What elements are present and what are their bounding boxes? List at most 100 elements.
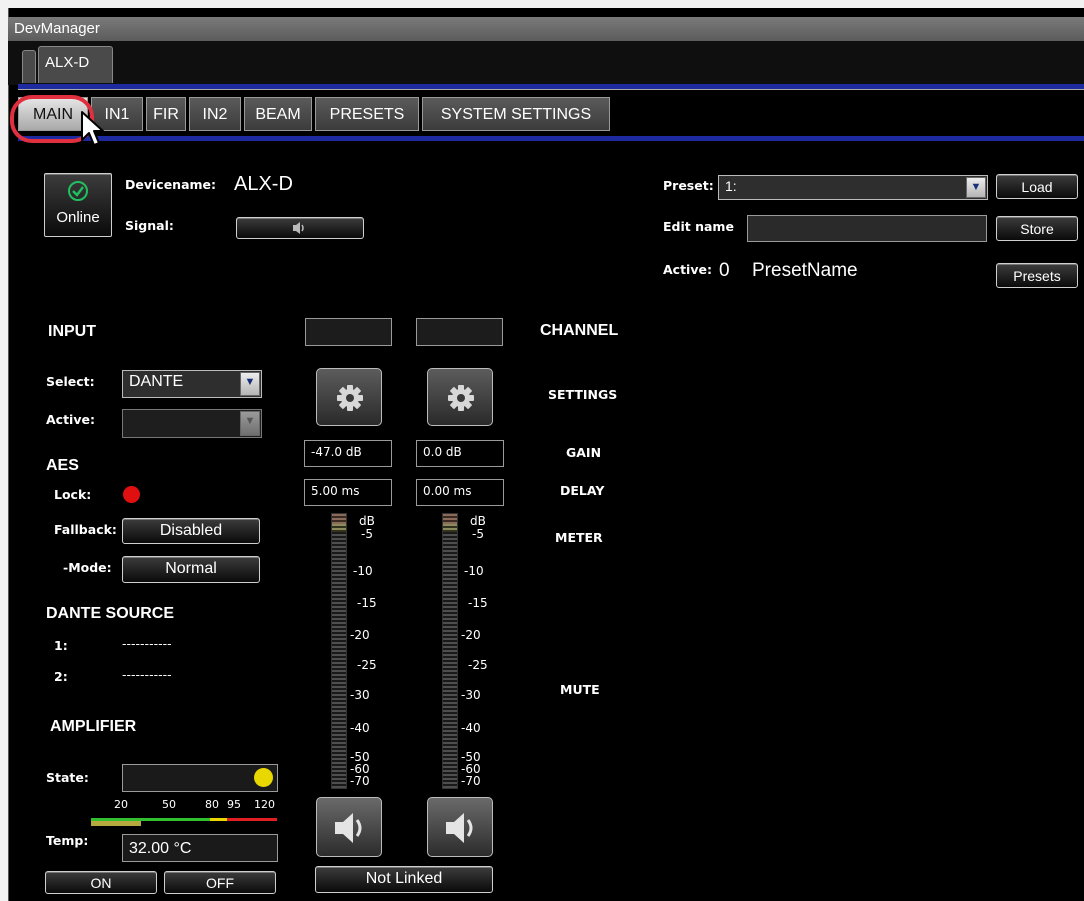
presets-button[interactable]: Presets (996, 263, 1078, 288)
channel-heading: CHANNEL (540, 322, 619, 339)
speaker-icon (446, 813, 473, 843)
tab-label: SYSTEM SETTINGS (440, 106, 592, 123)
dante-source-2-value: ----------- (122, 667, 172, 682)
tab-beam[interactable]: BEAM (244, 97, 312, 131)
tab-in2[interactable]: IN2 (189, 97, 241, 131)
preset-select[interactable]: 1: ▼ (718, 175, 988, 200)
amp-temp-field: 32.00 °C (122, 834, 278, 862)
devicename-value: ALX-D (234, 173, 293, 195)
meter-tick: -70 (461, 774, 481, 788)
channel-1-level-meter (331, 513, 347, 789)
meter-tick: -20 (350, 628, 370, 642)
tab-label: BEAM (255, 106, 301, 123)
meter-tick: -25 (357, 658, 377, 672)
gear-icon (448, 385, 474, 411)
channel-1-delay-field[interactable]: 5.00 ms (304, 479, 392, 506)
aes-mode-button[interactable]: Normal (122, 556, 260, 583)
edit-name-label: Edit name (663, 219, 734, 234)
amplifier-heading: AMPLIFIER (50, 718, 137, 735)
speaker-icon (293, 222, 304, 234)
device-tab-alx-d[interactable]: ALX-D (38, 46, 113, 83)
link-button[interactable]: Not Linked (315, 866, 493, 893)
chevron-down-icon[interactable]: ▼ (966, 177, 986, 198)
input-active-select: ▼ (122, 409, 262, 438)
temp-scale-tick: 20 (114, 798, 128, 811)
store-button[interactable]: Store (996, 216, 1078, 241)
online-label: Online (56, 209, 100, 226)
dante-source-1-value: ----------- (122, 636, 172, 651)
tab-presets[interactable]: PRESETS (315, 97, 419, 131)
device-tab-strip (8, 41, 1084, 85)
load-button[interactable]: Load (996, 174, 1078, 199)
chevron-down-icon[interactable]: ▼ (240, 372, 260, 396)
store-button-label: Store (1020, 221, 1054, 237)
meter-tick: -5 (361, 527, 373, 541)
active-preset-name: PresetName (752, 260, 858, 281)
channel-1-name-field[interactable] (305, 318, 392, 346)
meter-tick: -30 (461, 688, 481, 702)
channel-1-settings-button[interactable] (316, 368, 382, 426)
speaker-icon (335, 813, 362, 843)
dante-source-1-label: 1: (54, 638, 68, 653)
gain-row-label: GAIN (566, 445, 602, 460)
preset-select-value: 1: (725, 178, 737, 194)
active-preset-label: Active: (663, 262, 712, 277)
channel-1-gain-field[interactable]: -47.0 dB (304, 440, 392, 467)
mute-row-label: MUTE (560, 682, 600, 697)
channel-2-meter-scale: dB -5 -10 -15 -20 -25 -30 -40 -50 -60 -7… (461, 513, 501, 793)
input-select[interactable]: DANTE ▼ (122, 370, 262, 398)
aes-fallback-button[interactable]: Disabled (122, 518, 260, 544)
dante-source-heading: DANTE SOURCE (46, 605, 175, 622)
tab-label: IN1 (104, 106, 130, 123)
check-circle-icon (68, 181, 88, 201)
online-button[interactable]: Online (44, 173, 112, 237)
amp-state-label: State: (46, 770, 89, 785)
aes-lock-label: Lock: (54, 487, 92, 502)
meter-tick: -5 (472, 527, 484, 541)
tab-system-settings[interactable]: SYSTEM SETTINGS (422, 97, 610, 131)
active-preset-number: 0 (719, 260, 730, 281)
amp-on-label: ON (90, 875, 112, 891)
devicename-label: Devicename: (125, 177, 217, 192)
tab-fir[interactable]: FIR (146, 97, 186, 131)
channel-2-delay-field[interactable]: 0.00 ms (416, 479, 504, 506)
presets-button-label: Presets (1013, 268, 1061, 284)
temp-level-indicator (91, 821, 141, 826)
delay-row-label: DELAY (560, 483, 605, 498)
device-tab-label: ALX-D (45, 54, 90, 71)
amp-off-button[interactable]: OFF (164, 871, 276, 894)
tab-label: PRESETS (329, 106, 405, 123)
input-active-label: Active: (46, 412, 95, 427)
tab-divider-line (18, 89, 1084, 90)
meter-tick: -15 (357, 596, 377, 610)
channel-1-meter-scale: dB -5 -10 -15 -20 -25 -30 -40 -50 -60 -7… (350, 513, 390, 793)
meter-tick: -40 (461, 721, 481, 735)
meter-tick: -25 (468, 658, 488, 672)
amp-off-label: OFF (206, 875, 234, 891)
channel-2-gain-field[interactable]: 0.0 dB (416, 440, 504, 467)
edit-name-input[interactable] (747, 215, 987, 242)
meter-tick: -40 (350, 721, 370, 735)
channel-2-level-meter (442, 513, 458, 789)
meter-tick: dB (470, 514, 486, 528)
temp-scale-tick: 50 (162, 798, 176, 811)
signal-button[interactable] (236, 217, 364, 239)
chevron-down-icon: ▼ (240, 411, 260, 436)
amp-state-led (254, 768, 273, 787)
channel-2-settings-button[interactable] (427, 368, 493, 426)
input-select-label: Select: (46, 374, 95, 389)
preset-label: Preset: (663, 178, 714, 193)
channel-2-mute-button[interactable] (427, 797, 493, 857)
meter-tick: -15 (468, 596, 488, 610)
meter-row-label: METER (555, 530, 603, 545)
channel-1-mute-button[interactable] (316, 797, 382, 857)
channel-2-name-field[interactable] (416, 318, 503, 346)
mouse-cursor-icon (81, 111, 104, 146)
window-title: DevManager (14, 20, 100, 37)
meter-tick: -10 (464, 564, 484, 578)
amp-temp-label: Temp: (46, 833, 89, 848)
link-button-label: Not Linked (365, 870, 443, 887)
input-heading: INPUT (48, 323, 96, 340)
device-tab-stub[interactable] (22, 50, 36, 83)
amp-on-button[interactable]: ON (45, 871, 157, 894)
